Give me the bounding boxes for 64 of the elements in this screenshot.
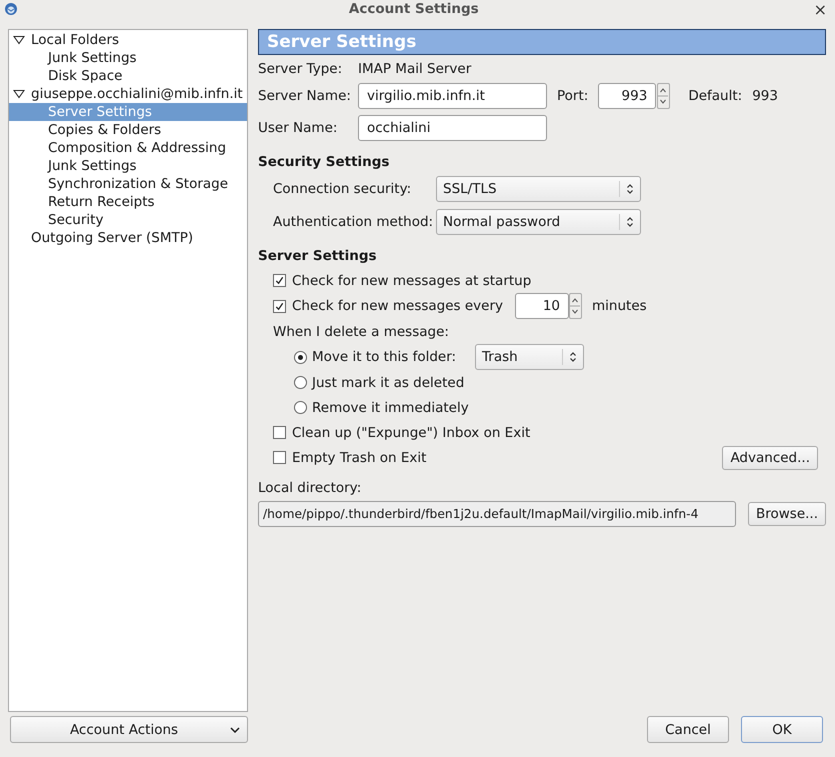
radio-label: Just mark it as deleted bbox=[312, 374, 464, 390]
tree-item[interactable]: Disk Space bbox=[9, 67, 247, 85]
section-heading: Server Settings bbox=[258, 248, 378, 264]
window-title: Account Settings bbox=[348, 1, 480, 17]
tree-item[interactable]: Synchronization & Storage bbox=[9, 175, 247, 193]
up-down-arrows-icon bbox=[626, 216, 634, 228]
tree-item[interactable]: Copies & Folders bbox=[9, 121, 247, 139]
checkbox[interactable] bbox=[273, 426, 286, 439]
minutes-field[interactable]: 10 bbox=[515, 293, 570, 319]
field-label: Server Name: bbox=[258, 88, 352, 104]
tree-item[interactable]: Junk Settings bbox=[9, 49, 247, 67]
advanced-button[interactable]: Advanced... bbox=[722, 446, 818, 470]
checkbox-label: Empty Trash on Exit bbox=[292, 450, 426, 466]
local-directory-field[interactable]: /home/pippo/.thunderbird/fben1j2u.default/ImapMail/virgilio.mib.infn-4 bbox=[258, 501, 736, 527]
checkbox[interactable] bbox=[273, 274, 286, 287]
page-title: Server Settings bbox=[258, 29, 826, 55]
checkbox[interactable] bbox=[273, 300, 286, 312]
account-actions-button[interactable]: Account Actions bbox=[10, 716, 248, 743]
group-label: When I delete a message: bbox=[273, 324, 449, 340]
checkbox[interactable] bbox=[273, 451, 286, 464]
dialog-button[interactable]: Cancel bbox=[647, 716, 729, 743]
field-label: User Name: bbox=[258, 120, 338, 136]
tree-item[interactable]: giuseppe.occhialini@mib.infn.it bbox=[9, 85, 247, 103]
tree-item[interactable]: Return Receipts bbox=[9, 193, 247, 211]
server-type-value: IMAP Mail Server bbox=[358, 61, 472, 77]
field-label: Connection security: bbox=[273, 181, 412, 197]
tree-item[interactable]: Security bbox=[9, 211, 247, 229]
field-label: Port: bbox=[557, 88, 588, 104]
tree-item[interactable]: Junk Settings bbox=[9, 157, 247, 175]
checkbox-label: Check for new messages at startup bbox=[292, 272, 532, 288]
section-heading: Security Settings bbox=[258, 154, 390, 170]
field-label: Authentication method: bbox=[273, 214, 434, 230]
server-name-field[interactable]: virgilio.mib.infn.it bbox=[358, 83, 547, 109]
tree-item[interactable]: Composition & Addressing bbox=[9, 139, 247, 157]
up-down-arrows-icon bbox=[569, 351, 577, 363]
spin-arrows-icon[interactable] bbox=[657, 83, 670, 109]
app-logo-icon bbox=[4, 2, 18, 16]
radio-label: Remove it immediately bbox=[312, 400, 469, 416]
user-name-field[interactable]: occhialini bbox=[358, 115, 547, 141]
checkbox-label: Check for new messages every bbox=[292, 298, 504, 314]
radio-button[interactable] bbox=[294, 350, 307, 364]
tree-item[interactable]: Local Folders bbox=[9, 31, 247, 49]
checkbox-label: Clean up ("Expunge") Inbox on Exit bbox=[292, 424, 530, 440]
authentication-method-dropdown[interactable]: Normal password bbox=[436, 209, 641, 235]
default-port-value: 993 bbox=[752, 88, 778, 104]
connection-security-dropdown[interactable]: SSL/TLS bbox=[436, 176, 641, 202]
port-field[interactable]: 993 bbox=[598, 83, 656, 109]
expander-icon[interactable] bbox=[13, 35, 25, 45]
radio-button[interactable] bbox=[294, 401, 307, 414]
field-label: Default: bbox=[688, 88, 742, 104]
expander-icon[interactable] bbox=[13, 89, 25, 99]
up-down-arrows-icon bbox=[626, 183, 634, 195]
chevron-down-icon bbox=[230, 726, 240, 732]
unit-label: minutes bbox=[592, 298, 647, 314]
close-button[interactable]: × bbox=[810, 0, 831, 18]
tree-item[interactable]: Outgoing Server (SMTP) bbox=[9, 229, 247, 247]
field-label: Server Type: bbox=[258, 61, 344, 77]
radio-label: Move it to this folder: bbox=[312, 349, 458, 365]
spin-arrows-icon[interactable] bbox=[569, 293, 582, 319]
dialog-button[interactable]: OK bbox=[741, 716, 823, 743]
folder-dropdown[interactable]: Trash bbox=[475, 344, 584, 370]
radio-button[interactable] bbox=[294, 376, 307, 389]
field-label: Local directory: bbox=[258, 480, 362, 496]
browse-button[interactable]: Browse... bbox=[748, 502, 826, 526]
